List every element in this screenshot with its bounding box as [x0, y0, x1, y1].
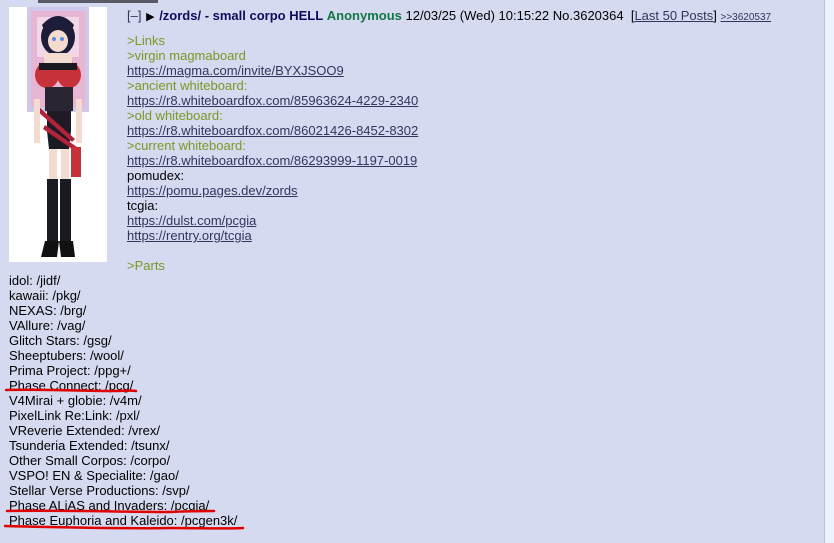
poster-name: Anonymous — [326, 8, 402, 23]
upper-quote-line: >virgin magmaboard — [127, 48, 246, 63]
upper-url-line[interactable]: https://magma.com/invite/BYXJSOO9 — [127, 63, 418, 78]
upper-quote-line: >old whiteboard: — [127, 108, 223, 123]
thread-subject: /zords/ - small corpo HELL — [159, 8, 324, 23]
top-scroll-remnant — [38, 0, 158, 3]
lower-plain-line: VReverie Extended: /vrex/ — [9, 423, 161, 438]
upper-url-line[interactable]: https://pomu.pages.dev/zords — [127, 183, 418, 198]
post-body-lower: idol: /jidf/kawaii: /pkg/NEXAS: /brg/VAl… — [9, 273, 237, 528]
upper-url-line[interactable]: https://r8.whiteboardfox.com/86293999-11… — [127, 153, 418, 168]
lower-plain-line: Glitch Stars: /gsg/ — [9, 333, 112, 348]
lower-plain-line: Phase ALiAS and Invaders: /pcgia/ — [9, 498, 210, 513]
lower-plain-line: idol: /jidf/ — [9, 273, 61, 288]
post-menu-triangle-icon[interactable]: ▶ — [146, 11, 154, 23]
upper-blank-line — [127, 243, 418, 258]
upper-plain-line: pomudex: — [127, 168, 185, 183]
lower-plain-line: VSPO! EN & Specialite: /gao/ — [9, 468, 179, 483]
lower-plain-line: Phase Euphoria and Kaleido: /pcgen3k/ — [9, 513, 238, 528]
last-50-posts-link[interactable]: Last 50 Posts — [634, 8, 713, 23]
lower-plain-line: kawaii: /pkg/ — [9, 288, 81, 303]
upper-url-line[interactable]: https://rentry.org/tcgia — [127, 228, 418, 243]
reply-backlink[interactable]: >>3620537 — [720, 12, 771, 23]
lower-plain-line: Stellar Verse Productions: /svp/ — [9, 483, 190, 498]
lower-plain-line: Tsunderia Extended: /tsunx/ — [9, 438, 170, 453]
post-thumbnail[interactable] — [9, 7, 107, 262]
upper-url-line[interactable]: https://r8.whiteboardfox.com/85963624-42… — [127, 93, 418, 108]
last50-bracket: [Last 50 Posts] — [627, 8, 717, 23]
hide-thread-button[interactable]: [–] — [127, 8, 141, 23]
lower-plain-line: V4Mirai + globie: /v4m/ — [9, 393, 142, 408]
upper-quote-line: >Links — [127, 33, 165, 48]
upper-url-line[interactable]: https://dulst.com/pcgia — [127, 213, 418, 228]
lower-plain-line: NEXAS: /brg/ — [9, 303, 87, 318]
lower-plain-line: VAllure: /vag/ — [9, 318, 86, 333]
post-number[interactable]: No.3620364 — [553, 8, 624, 23]
post-datetime: 12/03/25 (Wed) 10:15:22 — [405, 8, 550, 23]
upper-quote-line: >current whiteboard: — [127, 138, 246, 153]
lower-plain-line: Phase Connect: /pcg/ — [9, 378, 134, 393]
upper-quote-line: >ancient whiteboard: — [127, 78, 248, 93]
upper-url-line[interactable]: https://r8.whiteboardfox.com/86021426-84… — [127, 123, 418, 138]
post-body-upper: >Links >virgin magmaboard https://magma.co… — [127, 33, 418, 273]
lower-plain-line: PixelLink Re:Link: /pxl/ — [9, 408, 140, 423]
lower-plain-line: Other Small Corpos: /corpo/ — [9, 453, 171, 468]
lower-plain-line: Sheeptubers: /wool/ — [9, 348, 124, 363]
upper-quote-line: >Parts — [127, 258, 165, 273]
lower-plain-line: Prima Project: /ppg+/ — [9, 363, 131, 378]
upper-plain-line: tcgia: — [127, 198, 159, 213]
thumbnail-illustration — [9, 7, 107, 262]
post-header: [–] ▶ /zords/ - small corpo HELL Anonymo… — [127, 8, 771, 23]
